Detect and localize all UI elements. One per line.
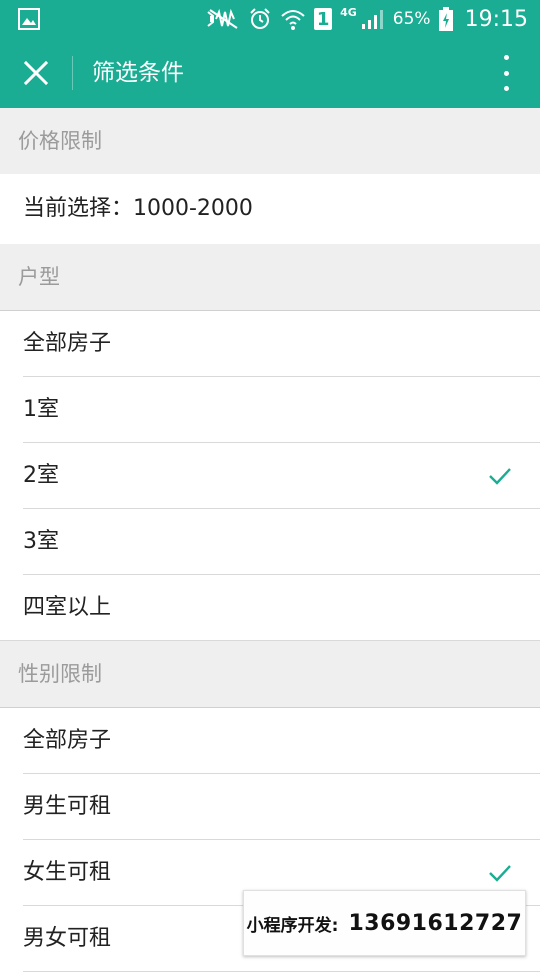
gender-option[interactable]: 全部房子 [0,708,540,774]
wifi-icon [281,10,305,30]
network-type: 4G [340,5,357,19]
page-title: 筛选条件 [92,60,184,86]
toolbar: 筛选条件 [0,38,540,108]
section-header-room-type: 户型 [0,244,540,310]
signal-icon [361,10,383,29]
filter-list: 价格限制 当前选择：1000-2000 户型 全部房子 1室 2室 3室 四室以… [0,108,540,972]
gender-option[interactable]: 男生可租 [0,774,540,840]
room-option[interactable]: 2室 [0,443,540,509]
close-icon [23,60,49,86]
alarm-icon [250,8,270,29]
watermark-phone: 13691612727 [348,910,523,936]
more-vertical-icon [503,55,509,60]
status-bar: 1 4G 65% 19:15 [0,0,540,38]
option-label: 1室 [23,397,59,422]
checkmark-icon [489,468,511,485]
room-option[interactable]: 3室 [0,509,540,575]
image-icon [18,8,40,30]
toolbar-divider [72,56,73,90]
mute-icon [207,8,238,29]
option-label: 2室 [23,463,59,488]
option-label: 全部房子 [23,728,112,753]
app-header: 1 4G 65% 19:15 筛选条件 [0,0,540,108]
battery-icon [438,7,453,31]
room-option[interactable]: 1室 [0,377,540,443]
sim-icon: 1 [314,8,333,30]
option-label: 男生可租 [23,794,112,819]
option-label: 男女可租 [23,926,112,951]
option-label: 四室以上 [23,595,112,620]
checkmark-icon [489,865,511,882]
more-options-button[interactable] [492,53,520,93]
option-label: 全部房子 [23,331,112,356]
option-label: 女生可租 [23,860,112,885]
contact-watermark: 小程序开发: 13691612727 [243,890,526,956]
section-header-gender: 性别限制 [0,641,540,707]
room-option[interactable]: 四室以上 [0,575,540,641]
section-header-price: 价格限制 [0,108,540,174]
close-button[interactable] [12,49,60,97]
room-option[interactable]: 全部房子 [0,311,540,377]
clock: 19:15 [464,6,528,32]
battery-percent: 65% [392,9,431,29]
watermark-label: 小程序开发: [246,915,339,936]
option-label: 3室 [23,529,59,554]
price-range-selector[interactable]: 当前选择：1000-2000 [0,174,540,244]
